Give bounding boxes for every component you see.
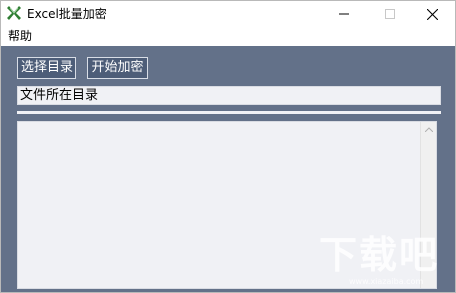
maximize-icon	[385, 9, 395, 19]
menu-item-help[interactable]: 帮助	[8, 29, 32, 44]
maximize-button[interactable]	[367, 1, 413, 27]
minimize-icon	[339, 13, 349, 15]
scroll-up-button[interactable]	[421, 122, 436, 137]
directory-field[interactable]: 文件所在目录	[17, 86, 441, 105]
log-text-area[interactable]	[17, 121, 437, 289]
window-title: Excel批量加密	[27, 7, 107, 21]
minimize-button[interactable]	[321, 1, 367, 27]
close-button[interactable]	[409, 1, 455, 27]
menu-bar: 帮助	[1, 27, 455, 46]
select-directory-button[interactable]: 选择目录	[17, 57, 76, 79]
divider	[17, 111, 441, 114]
chevron-up-icon	[425, 127, 433, 132]
client-area: 选择目录 开始加密 文件所在目录	[1, 46, 455, 292]
start-encrypt-button[interactable]: 开始加密	[87, 57, 148, 79]
close-icon	[427, 9, 438, 20]
title-bar[interactable]: Excel批量加密	[1, 1, 455, 27]
excel-x-icon	[6, 5, 22, 21]
app-window: Excel批量加密 帮助 选择目录 开始加密 文件所在目录 下载吧 www.xi…	[0, 0, 456, 293]
vertical-scrollbar[interactable]	[420, 122, 436, 288]
